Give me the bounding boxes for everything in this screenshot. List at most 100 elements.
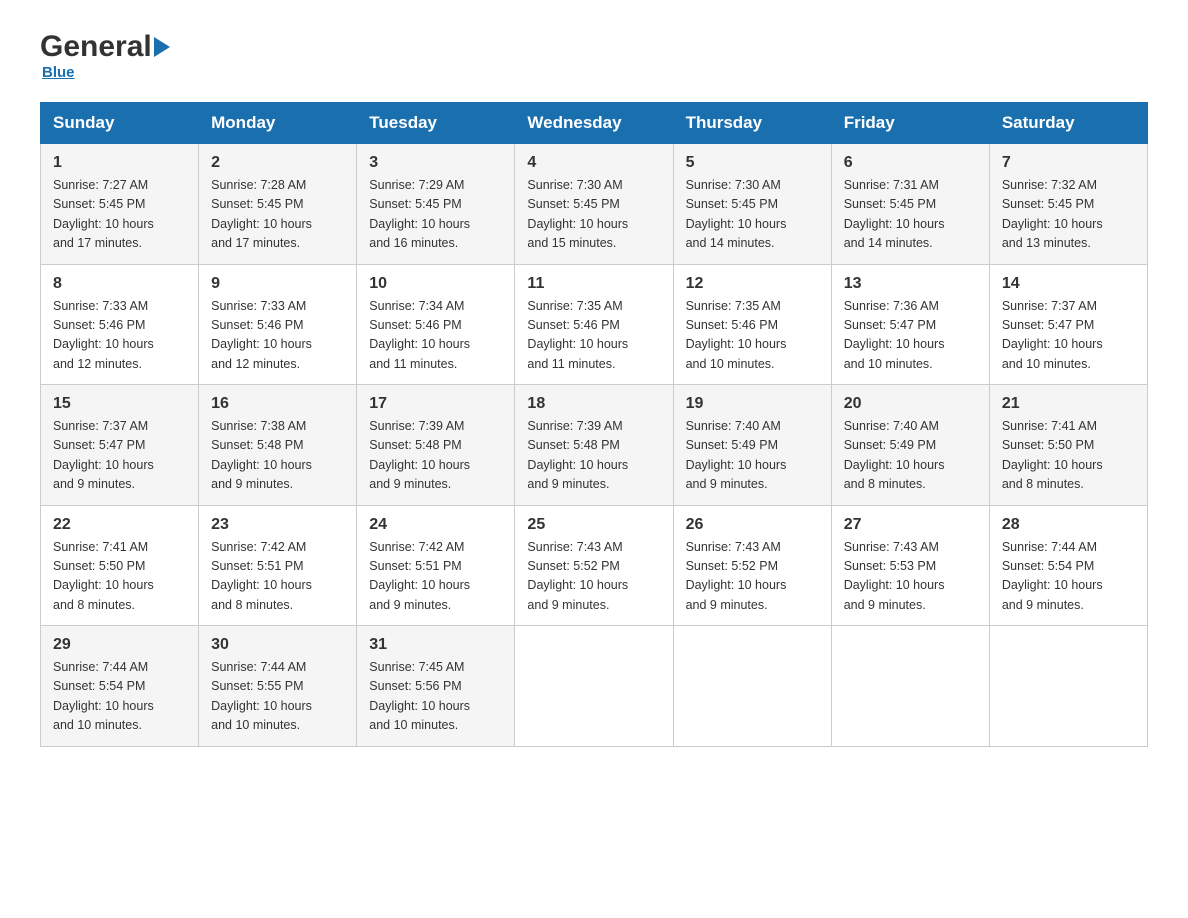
day-number: 28	[1002, 516, 1135, 534]
day-info: Sunrise: 7:40 AMSunset: 5:49 PMDaylight:…	[844, 419, 945, 491]
day-info: Sunrise: 7:44 AMSunset: 5:54 PMDaylight:…	[53, 660, 154, 732]
day-info: Sunrise: 7:37 AMSunset: 5:47 PMDaylight:…	[1002, 299, 1103, 371]
calendar-header-friday: Friday	[831, 103, 989, 144]
day-info: Sunrise: 7:34 AMSunset: 5:46 PMDaylight:…	[369, 299, 470, 371]
day-number: 19	[686, 395, 819, 413]
day-info: Sunrise: 7:42 AMSunset: 5:51 PMDaylight:…	[369, 540, 470, 612]
day-info: Sunrise: 7:31 AMSunset: 5:45 PMDaylight:…	[844, 178, 945, 250]
day-info: Sunrise: 7:41 AMSunset: 5:50 PMDaylight:…	[53, 540, 154, 612]
calendar-week-row: 22 Sunrise: 7:41 AMSunset: 5:50 PMDaylig…	[41, 505, 1148, 626]
day-number: 9	[211, 275, 344, 293]
calendar-header-sunday: Sunday	[41, 103, 199, 144]
calendar-day-cell: 15 Sunrise: 7:37 AMSunset: 5:47 PMDaylig…	[41, 385, 199, 506]
calendar-week-row: 8 Sunrise: 7:33 AMSunset: 5:46 PMDayligh…	[41, 264, 1148, 385]
logo-blue-text: Blue	[42, 64, 75, 81]
day-number: 25	[527, 516, 660, 534]
calendar-week-row: 1 Sunrise: 7:27 AMSunset: 5:45 PMDayligh…	[41, 144, 1148, 265]
calendar-day-cell: 26 Sunrise: 7:43 AMSunset: 5:52 PMDaylig…	[673, 505, 831, 626]
calendar-day-cell: 8 Sunrise: 7:33 AMSunset: 5:46 PMDayligh…	[41, 264, 199, 385]
day-info: Sunrise: 7:29 AMSunset: 5:45 PMDaylight:…	[369, 178, 470, 250]
day-number: 8	[53, 275, 186, 293]
day-info: Sunrise: 7:43 AMSunset: 5:52 PMDaylight:…	[686, 540, 787, 612]
day-number: 3	[369, 154, 502, 172]
day-number: 27	[844, 516, 977, 534]
logo-arrow-icon	[154, 37, 170, 57]
page-header: General Blue	[40, 30, 1148, 82]
calendar-day-cell: 28 Sunrise: 7:44 AMSunset: 5:54 PMDaylig…	[989, 505, 1147, 626]
logo: General Blue	[40, 30, 172, 82]
day-info: Sunrise: 7:27 AMSunset: 5:45 PMDaylight:…	[53, 178, 154, 250]
day-number: 14	[1002, 275, 1135, 293]
calendar-header-tuesday: Tuesday	[357, 103, 515, 144]
day-info: Sunrise: 7:39 AMSunset: 5:48 PMDaylight:…	[369, 419, 470, 491]
day-number: 5	[686, 154, 819, 172]
day-number: 24	[369, 516, 502, 534]
day-number: 7	[1002, 154, 1135, 172]
calendar-day-cell	[673, 626, 831, 747]
day-info: Sunrise: 7:39 AMSunset: 5:48 PMDaylight:…	[527, 419, 628, 491]
day-info: Sunrise: 7:33 AMSunset: 5:46 PMDaylight:…	[53, 299, 154, 371]
calendar-day-cell: 20 Sunrise: 7:40 AMSunset: 5:49 PMDaylig…	[831, 385, 989, 506]
calendar-day-cell: 1 Sunrise: 7:27 AMSunset: 5:45 PMDayligh…	[41, 144, 199, 265]
day-info: Sunrise: 7:43 AMSunset: 5:52 PMDaylight:…	[527, 540, 628, 612]
day-info: Sunrise: 7:30 AMSunset: 5:45 PMDaylight:…	[527, 178, 628, 250]
day-number: 10	[369, 275, 502, 293]
day-info: Sunrise: 7:35 AMSunset: 5:46 PMDaylight:…	[527, 299, 628, 371]
calendar-day-cell: 2 Sunrise: 7:28 AMSunset: 5:45 PMDayligh…	[199, 144, 357, 265]
calendar-day-cell: 13 Sunrise: 7:36 AMSunset: 5:47 PMDaylig…	[831, 264, 989, 385]
calendar-day-cell: 23 Sunrise: 7:42 AMSunset: 5:51 PMDaylig…	[199, 505, 357, 626]
calendar-day-cell: 17 Sunrise: 7:39 AMSunset: 5:48 PMDaylig…	[357, 385, 515, 506]
day-number: 2	[211, 154, 344, 172]
day-number: 17	[369, 395, 502, 413]
calendar-header-monday: Monday	[199, 103, 357, 144]
day-info: Sunrise: 7:35 AMSunset: 5:46 PMDaylight:…	[686, 299, 787, 371]
day-number: 15	[53, 395, 186, 413]
day-number: 13	[844, 275, 977, 293]
calendar-day-cell: 24 Sunrise: 7:42 AMSunset: 5:51 PMDaylig…	[357, 505, 515, 626]
calendar-day-cell	[989, 626, 1147, 747]
day-info: Sunrise: 7:40 AMSunset: 5:49 PMDaylight:…	[686, 419, 787, 491]
day-number: 23	[211, 516, 344, 534]
day-info: Sunrise: 7:41 AMSunset: 5:50 PMDaylight:…	[1002, 419, 1103, 491]
day-number: 29	[53, 636, 186, 654]
calendar-header-row: SundayMondayTuesdayWednesdayThursdayFrid…	[41, 103, 1148, 144]
day-info: Sunrise: 7:28 AMSunset: 5:45 PMDaylight:…	[211, 178, 312, 250]
calendar-day-cell: 5 Sunrise: 7:30 AMSunset: 5:45 PMDayligh…	[673, 144, 831, 265]
calendar-day-cell: 29 Sunrise: 7:44 AMSunset: 5:54 PMDaylig…	[41, 626, 199, 747]
calendar-day-cell: 12 Sunrise: 7:35 AMSunset: 5:46 PMDaylig…	[673, 264, 831, 385]
day-info: Sunrise: 7:33 AMSunset: 5:46 PMDaylight:…	[211, 299, 312, 371]
day-number: 12	[686, 275, 819, 293]
day-info: Sunrise: 7:45 AMSunset: 5:56 PMDaylight:…	[369, 660, 470, 732]
day-number: 21	[1002, 395, 1135, 413]
calendar-day-cell	[831, 626, 989, 747]
day-info: Sunrise: 7:30 AMSunset: 5:45 PMDaylight:…	[686, 178, 787, 250]
calendar-day-cell: 6 Sunrise: 7:31 AMSunset: 5:45 PMDayligh…	[831, 144, 989, 265]
day-number: 6	[844, 154, 977, 172]
day-number: 11	[527, 275, 660, 293]
day-info: Sunrise: 7:37 AMSunset: 5:47 PMDaylight:…	[53, 419, 154, 491]
calendar-day-cell: 22 Sunrise: 7:41 AMSunset: 5:50 PMDaylig…	[41, 505, 199, 626]
day-info: Sunrise: 7:44 AMSunset: 5:55 PMDaylight:…	[211, 660, 312, 732]
day-info: Sunrise: 7:43 AMSunset: 5:53 PMDaylight:…	[844, 540, 945, 612]
calendar-table: SundayMondayTuesdayWednesdayThursdayFrid…	[40, 102, 1148, 747]
day-number: 1	[53, 154, 186, 172]
calendar-day-cell: 27 Sunrise: 7:43 AMSunset: 5:53 PMDaylig…	[831, 505, 989, 626]
calendar-day-cell: 11 Sunrise: 7:35 AMSunset: 5:46 PMDaylig…	[515, 264, 673, 385]
logo-general-text: General	[40, 30, 152, 64]
calendar-header-saturday: Saturday	[989, 103, 1147, 144]
calendar-week-row: 15 Sunrise: 7:37 AMSunset: 5:47 PMDaylig…	[41, 385, 1148, 506]
calendar-day-cell: 18 Sunrise: 7:39 AMSunset: 5:48 PMDaylig…	[515, 385, 673, 506]
day-number: 16	[211, 395, 344, 413]
day-number: 4	[527, 154, 660, 172]
day-number: 22	[53, 516, 186, 534]
day-info: Sunrise: 7:32 AMSunset: 5:45 PMDaylight:…	[1002, 178, 1103, 250]
calendar-day-cell	[515, 626, 673, 747]
calendar-week-row: 29 Sunrise: 7:44 AMSunset: 5:54 PMDaylig…	[41, 626, 1148, 747]
calendar-day-cell: 3 Sunrise: 7:29 AMSunset: 5:45 PMDayligh…	[357, 144, 515, 265]
calendar-day-cell: 7 Sunrise: 7:32 AMSunset: 5:45 PMDayligh…	[989, 144, 1147, 265]
day-number: 30	[211, 636, 344, 654]
day-number: 20	[844, 395, 977, 413]
calendar-header-thursday: Thursday	[673, 103, 831, 144]
calendar-day-cell: 16 Sunrise: 7:38 AMSunset: 5:48 PMDaylig…	[199, 385, 357, 506]
calendar-header-wednesday: Wednesday	[515, 103, 673, 144]
